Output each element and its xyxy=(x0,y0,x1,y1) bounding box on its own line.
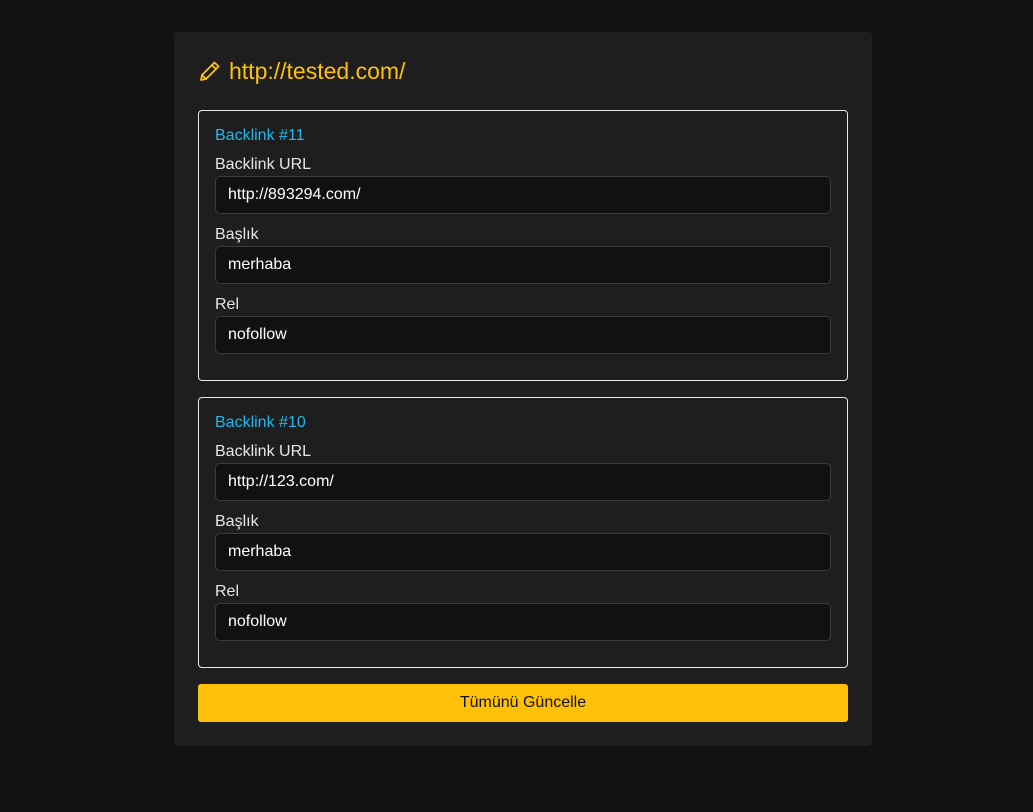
pencil-icon xyxy=(198,59,222,83)
update-all-button[interactable]: Tümünü Güncelle xyxy=(198,684,848,722)
backlink-url-label: Backlink URL xyxy=(215,156,312,173)
title-label: Başlık xyxy=(215,226,259,243)
backlink-card: Backlink #10 Backlink URL Başlık Rel xyxy=(198,397,848,668)
backlink-heading: Backlink #10 xyxy=(215,414,306,431)
rel-label: Rel xyxy=(215,583,240,600)
title-input[interactable] xyxy=(215,533,831,571)
backlink-url-input[interactable] xyxy=(215,176,831,214)
edit-panel: http://tested.com/ Backlink #11 Backlink… xyxy=(174,32,872,746)
backlink-heading: Backlink #11 xyxy=(215,127,305,144)
rel-input[interactable] xyxy=(215,603,831,641)
backlink-url-input[interactable] xyxy=(215,463,831,501)
title-label: Başlık xyxy=(215,513,259,530)
rel-input[interactable] xyxy=(215,316,831,354)
backlink-card: Backlink #11 Backlink URL Başlık Rel xyxy=(198,110,848,381)
page-header: http://tested.com/ xyxy=(198,50,848,92)
rel-label: Rel xyxy=(215,296,240,313)
title-input[interactable] xyxy=(215,246,831,284)
backlink-url-label: Backlink URL xyxy=(215,443,312,460)
page-title: http://tested.com/ xyxy=(229,58,406,84)
